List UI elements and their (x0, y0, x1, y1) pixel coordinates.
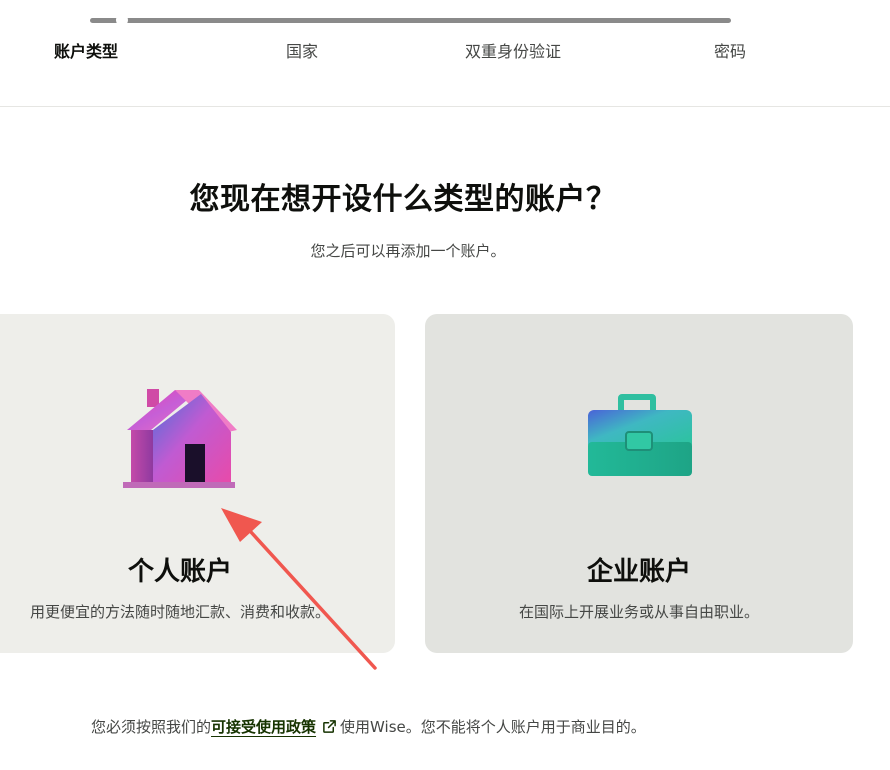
step-password[interactable]: 密码 (714, 38, 746, 62)
page-subtitle: 您之后可以再添加一个账户。 (310, 242, 506, 260)
step-country[interactable]: 国家 (286, 38, 318, 62)
acceptable-use-policy-link[interactable]: 可接受使用政策 (211, 718, 316, 736)
personal-account-title: 个人账户 (127, 557, 232, 587)
business-account-title: 企业账户 (586, 557, 691, 587)
progress-indicator (116, 14, 129, 26)
step-account-type[interactable]: 账户类型 (54, 38, 118, 62)
step-two-factor[interactable]: 双重身份验证 (465, 38, 561, 62)
usage-policy-notice: 您必须按照我们的可接受使用政策 使用Wise。您不能将个人账户用于商业目的。 (91, 716, 646, 737)
personal-account-description: 用更便宜的方法随时随地汇款、消费和收款。 (29, 603, 330, 621)
business-account-card[interactable]: 企业账户 在国际上开展业务或从事自由职业。 (425, 314, 853, 653)
house-icon (123, 389, 237, 488)
account-type-page: 账户类型 国家 双重身份验证 密码 您现在想开设什么类型的账户？ 您之后可以再添… (0, 0, 890, 770)
external-link-icon (323, 720, 336, 733)
progress-bar (90, 18, 731, 23)
step-navigation: 账户类型 国家 双重身份验证 密码 (0, 38, 890, 62)
footer-suffix: 使用Wise。您不能将个人账户用于商业目的。 (340, 718, 646, 736)
briefcase-icon (588, 394, 692, 476)
footer-prefix: 您必须按照我们的 (91, 718, 212, 736)
personal-account-card[interactable]: 个人账户 用更便宜的方法随时随地汇款、消费和收款。 (0, 314, 395, 653)
business-account-description: 在国际上开展业务或从事自由职业。 (518, 603, 759, 621)
header-divider (0, 106, 890, 107)
page-title: 您现在想开设什么类型的账户？ (189, 182, 617, 217)
